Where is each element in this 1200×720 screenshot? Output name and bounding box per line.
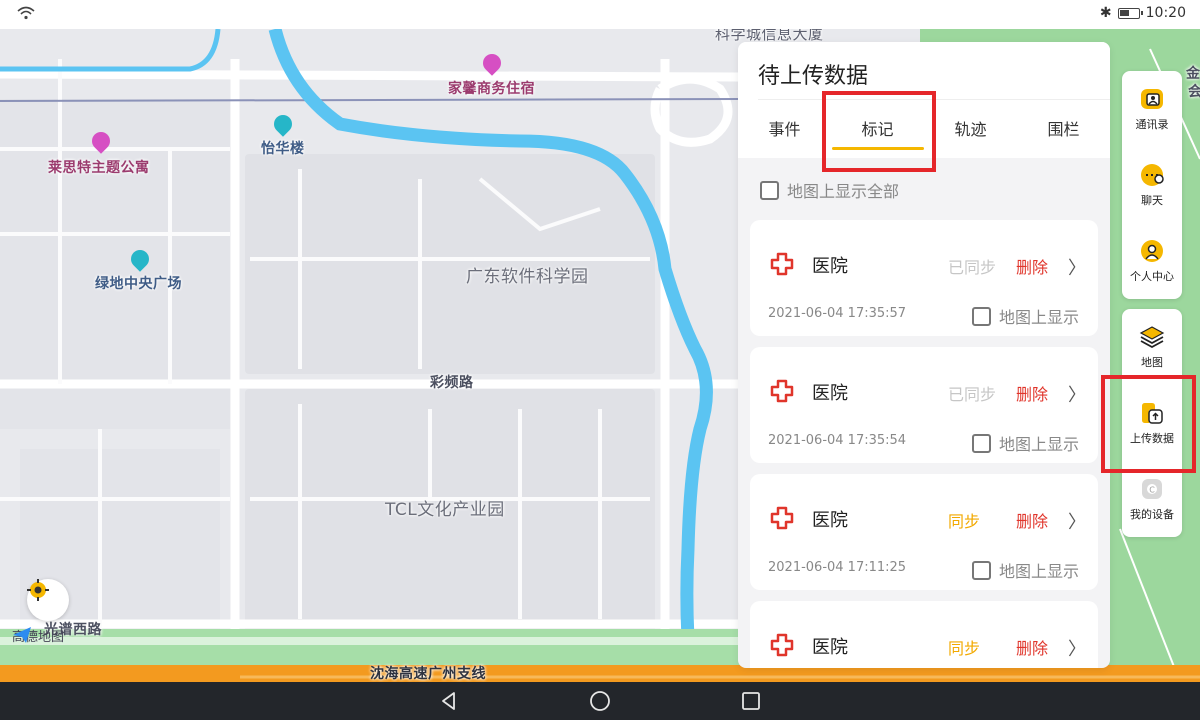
status-bar: ✱ 10:20: [0, 0, 1200, 29]
show-on-map-label: 地图上显示: [999, 435, 1080, 454]
sync-button[interactable]: 同步: [948, 508, 980, 532]
marker-card[interactable]: 医院 同步 删除 〉 2021-06-04 17:11:25 地图上显示: [750, 474, 1098, 590]
svg-text:C: C: [1149, 486, 1155, 495]
contacts-button[interactable]: 通讯录: [1122, 71, 1182, 147]
contacts-icon: [1141, 89, 1163, 109]
map-label-software-park: 广东软件科学园: [466, 267, 589, 287]
hospital-cross-icon: [770, 252, 794, 276]
contacts-label: 通讯录: [1135, 118, 1169, 131]
clock: 10:20: [1145, 5, 1186, 21]
map-label-yihua[interactable]: 怡华楼: [261, 138, 305, 158]
layers-icon: [1139, 326, 1165, 349]
my-device-label: 我的设备: [1130, 508, 1174, 521]
tab-fences[interactable]: 围栏: [1017, 112, 1110, 152]
hospital-cross-icon: [770, 379, 794, 403]
chat-icon: [1141, 164, 1164, 186]
map-label-tcl: TCL文化产业园: [385, 500, 505, 520]
tab-tracks[interactable]: 轨迹: [924, 112, 1017, 152]
amap-logo: 高德地图: [12, 626, 64, 645]
back-icon[interactable]: [439, 691, 459, 711]
show-on-map-toggle[interactable]: 地图上显示: [972, 558, 1079, 582]
profile-icon: [1141, 240, 1163, 262]
crosshair-icon: [27, 579, 49, 601]
chat-label: 聊天: [1141, 194, 1163, 207]
map-label-laisite[interactable]: 莱思特主题公寓: [48, 157, 150, 177]
show-all-checkbox[interactable]: [760, 180, 779, 200]
show-all-label: 地图上显示全部: [787, 182, 900, 201]
show-on-map-label: 地图上显示: [999, 308, 1080, 327]
delete-button[interactable]: 删除: [1016, 635, 1048, 659]
marker-time: 2021-06-04 17:35:57: [768, 306, 907, 321]
panel-title: 待上传数据: [758, 64, 869, 89]
toolbar-social: 通讯录 聊天 个人中心: [1122, 71, 1182, 299]
delete-button[interactable]: 删除: [1016, 254, 1048, 278]
amap-logo-icon: [13, 627, 31, 643]
sync-status: 已同步: [948, 385, 997, 404]
show-on-map-toggle[interactable]: 地图上显示: [972, 304, 1079, 328]
home-icon[interactable]: [589, 690, 611, 712]
marker-card[interactable]: 医院 已同步 删除 〉 2021-06-04 17:35:54 地图上显示: [750, 347, 1098, 463]
show-on-map-checkbox[interactable]: [972, 306, 991, 326]
system-nav-bar: [0, 682, 1200, 720]
wifi-icon: [17, 6, 35, 20]
highlight-tab-markers: [822, 91, 936, 172]
show-on-map-checkbox[interactable]: [972, 433, 991, 453]
battery-icon: [1117, 7, 1143, 19]
map-label-caipin-road: 彩频路: [430, 375, 474, 391]
marker-card[interactable]: 医院 已同步 删除 〉 2021-06-04 17:35:57 地图上显示: [750, 220, 1098, 336]
map-label-jin: 金: [1186, 66, 1200, 82]
delete-button[interactable]: 删除: [1016, 381, 1048, 405]
show-all-toggle[interactable]: 地图上显示全部: [760, 178, 899, 202]
hospital-cross-icon: [770, 633, 794, 657]
show-on-map-label: 地图上显示: [999, 562, 1080, 581]
profile-label: 个人中心: [1130, 270, 1174, 283]
marker-name: 医院: [812, 510, 848, 531]
bluetooth-icon: ✱: [1099, 5, 1112, 21]
chat-button[interactable]: 聊天: [1122, 147, 1182, 223]
map-layers-button[interactable]: 地图: [1122, 309, 1182, 385]
chevron-right-icon[interactable]: 〉: [1068, 635, 1086, 661]
marker-time: 2021-06-04 17:35:54: [768, 433, 907, 448]
map-label-hui: 会: [1188, 84, 1200, 100]
marker-name: 医院: [812, 637, 848, 658]
profile-button[interactable]: 个人中心: [1122, 223, 1182, 299]
sync-status: 已同步: [948, 258, 997, 277]
delete-button[interactable]: 删除: [1016, 508, 1048, 532]
tab-events[interactable]: 事件: [738, 112, 831, 152]
chevron-right-icon[interactable]: 〉: [1068, 254, 1086, 280]
marker-time: 2021-06-04 17:11:25: [768, 560, 907, 575]
marker-name: 医院: [812, 383, 848, 404]
device-icon: C: [1142, 479, 1162, 499]
recents-icon[interactable]: [741, 691, 761, 711]
hospital-cross-icon: [770, 506, 794, 530]
map-layers-label: 地图: [1141, 356, 1163, 369]
marker-name: 医院: [812, 256, 848, 277]
show-on-map-toggle[interactable]: 地图上显示: [972, 431, 1079, 455]
highlight-upload-data: [1101, 375, 1196, 473]
sync-button[interactable]: 同步: [948, 635, 980, 659]
show-on-map-checkbox[interactable]: [972, 560, 991, 580]
locate-button[interactable]: [27, 579, 69, 621]
map-label-hotel[interactable]: 家馨商务住宿: [448, 78, 535, 98]
chevron-right-icon[interactable]: 〉: [1068, 381, 1086, 407]
marker-card[interactable]: 医院 同步 删除 〉: [750, 601, 1098, 668]
map-label-lvdi[interactable]: 绿地中央广场: [95, 273, 182, 293]
chevron-right-icon[interactable]: 〉: [1068, 508, 1086, 534]
map-label-expressway: 沈海高速广州支线: [370, 666, 486, 682]
